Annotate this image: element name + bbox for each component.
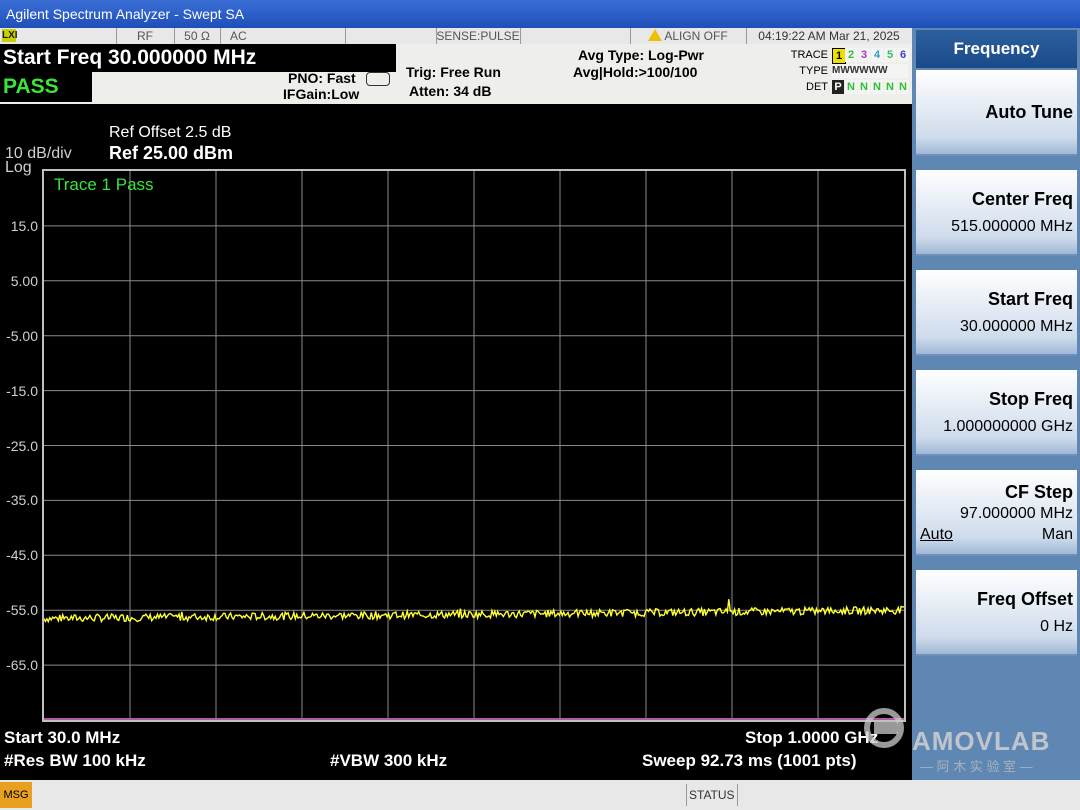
sense-indicator: SENSE:PULSE [436, 28, 521, 44]
status-button[interactable]: STATUS [686, 784, 738, 806]
det-3-indicator: N [858, 80, 870, 94]
datetime: 04:19:22 AM Mar 21, 2025 [758, 29, 900, 43]
footer-vbw: #VBW 300 kHz [330, 751, 448, 770]
watermark: AMOVLAB — 阿 木 实 验 室 — [856, 704, 1080, 774]
footer-sweep: Sweep 92.73 ms (1001 pts) [642, 751, 857, 770]
cf-step-auto[interactable]: Auto [920, 526, 953, 544]
auto-tune-label: Auto Tune [985, 102, 1073, 122]
trace-label: TRACE [790, 49, 828, 61]
avg-hold: Avg|Hold:>100/100 [573, 64, 698, 80]
message-bar: MSG STATUS [0, 780, 1080, 810]
msg-button[interactable]: MSG [0, 782, 32, 808]
start-freq-label: Start Freq [987, 289, 1073, 309]
spectrum-svg [44, 171, 904, 720]
y-tick-label: -5.00 [6, 327, 38, 344]
sweep-loop-icon [366, 72, 390, 86]
trace-pass-label: Trace 1 Pass [54, 175, 154, 194]
cf-step-button[interactable]: CF Step 97.000000 MHz Auto Man [916, 470, 1077, 556]
center-freq-button[interactable]: Center Freq 515.000000 MHz [916, 170, 1077, 256]
trace-1-indicator: 1 [832, 48, 846, 64]
y-tick-label: -35.0 [6, 492, 38, 509]
start-freq-button[interactable]: Start Freq 30.000000 MHz [916, 270, 1077, 356]
cf-step-value: 97.000000 MHz [960, 505, 1073, 522]
cf-step-label: CF Step [1004, 482, 1073, 502]
footer-start: Start 30.0 MHz [4, 728, 121, 747]
watermark-brand: AMOVLAB [912, 726, 1051, 756]
trace-6-indicator: 6 [897, 48, 909, 62]
y-tick-label: -45.0 [6, 547, 38, 564]
coupling-indicator: AC [220, 28, 346, 44]
stop-freq-label: Stop Freq [989, 389, 1073, 409]
active-function-text: Start Freq 30.000000 MHz [3, 46, 257, 69]
det-6-indicator: N [897, 80, 909, 94]
align-indicator: ALIGN OFF [630, 28, 747, 44]
center-freq-value: 515.000000 MHz [951, 218, 1073, 235]
trace-status-panel: TRACE TYPE DET 123456 MWWWWW PNNNNN [790, 47, 910, 99]
trace-5-indicator: 5 [884, 48, 896, 62]
status-strip: LXI RF 50 Ω AC SENSE:PULSE ALIGN OFF 04:… [0, 28, 912, 44]
ref-level: Ref 25.00 dBm [109, 143, 234, 163]
y-tick-label: -15.0 [6, 382, 38, 399]
y-tick-label: -55.0 [6, 602, 38, 619]
impedance-indicator: 50 Ω [174, 28, 221, 44]
limit-pass-indicator: PASS [0, 72, 92, 102]
trace-2-indicator: 2 [845, 48, 857, 62]
window-titlebar: Agilent Spectrum Analyzer - Swept SA [0, 0, 1080, 28]
ifgain-indicator: IFGain:Low [283, 86, 360, 102]
avg-type: Avg Type: Log-Pwr [578, 47, 704, 63]
freq-offset-label: Freq Offset [976, 589, 1073, 609]
atten-indicator: Atten: 34 dB [409, 83, 492, 99]
freq-offset-value: 0 Hz [1040, 618, 1073, 635]
align-text: ALIGN OFF [664, 29, 728, 43]
start-freq-value: 30.000000 MHz [960, 318, 1073, 335]
pass-text: PASS [3, 75, 59, 98]
stop-freq-button[interactable]: Stop Freq 1.000000000 GHz [916, 370, 1077, 456]
y-tick-label: 5.00 [10, 272, 38, 289]
trig-indicator: Trig: Free Run [406, 64, 501, 80]
warning-icon [648, 29, 663, 41]
scale-type: Log [5, 159, 32, 176]
trace-3-indicator: 3 [858, 48, 870, 62]
watermark-subtitle: — 阿 木 实 验 室 — [920, 759, 1033, 774]
type-label: TYPE [799, 65, 828, 77]
det-4-indicator: N [871, 80, 883, 94]
trace-type-row: MWWWWW [832, 64, 908, 78]
y-tick-label: -65.0 [6, 657, 38, 674]
y-tick-label: 15.0 [10, 217, 38, 234]
det-5-indicator: N [884, 80, 896, 94]
freq-offset-button[interactable]: Freq Offset 0 Hz [916, 570, 1077, 656]
pno-indicator: PNO: Fast [288, 70, 356, 86]
y-tick-label: -25.0 [6, 437, 38, 454]
det-2-indicator: N [845, 80, 857, 94]
cf-step-man[interactable]: Man [1042, 526, 1073, 544]
det-label: DET [806, 81, 828, 93]
center-freq-label: Center Freq [971, 189, 1073, 209]
det-1-indicator: P [832, 80, 844, 94]
ref-offset: Ref Offset 2.5 dB [109, 124, 232, 141]
rf-indicator: RF [116, 28, 175, 44]
stop-freq-value: 1.000000000 GHz [943, 418, 1073, 435]
trace-4-indicator: 4 [871, 48, 883, 62]
lxi-icon: LXI [2, 29, 18, 42]
softkey-menu-title: Frequency [916, 30, 1077, 68]
window-title: Agilent Spectrum Analyzer - Swept SA [6, 6, 245, 22]
auto-tune-button[interactable]: Auto Tune [916, 70, 1077, 156]
footer-rbw: #Res BW 100 kHz [4, 751, 146, 770]
spectrum-plot[interactable]: Trace 1 Pass [42, 169, 906, 722]
active-function[interactable]: Start Freq 30.000000 MHz [0, 44, 396, 72]
